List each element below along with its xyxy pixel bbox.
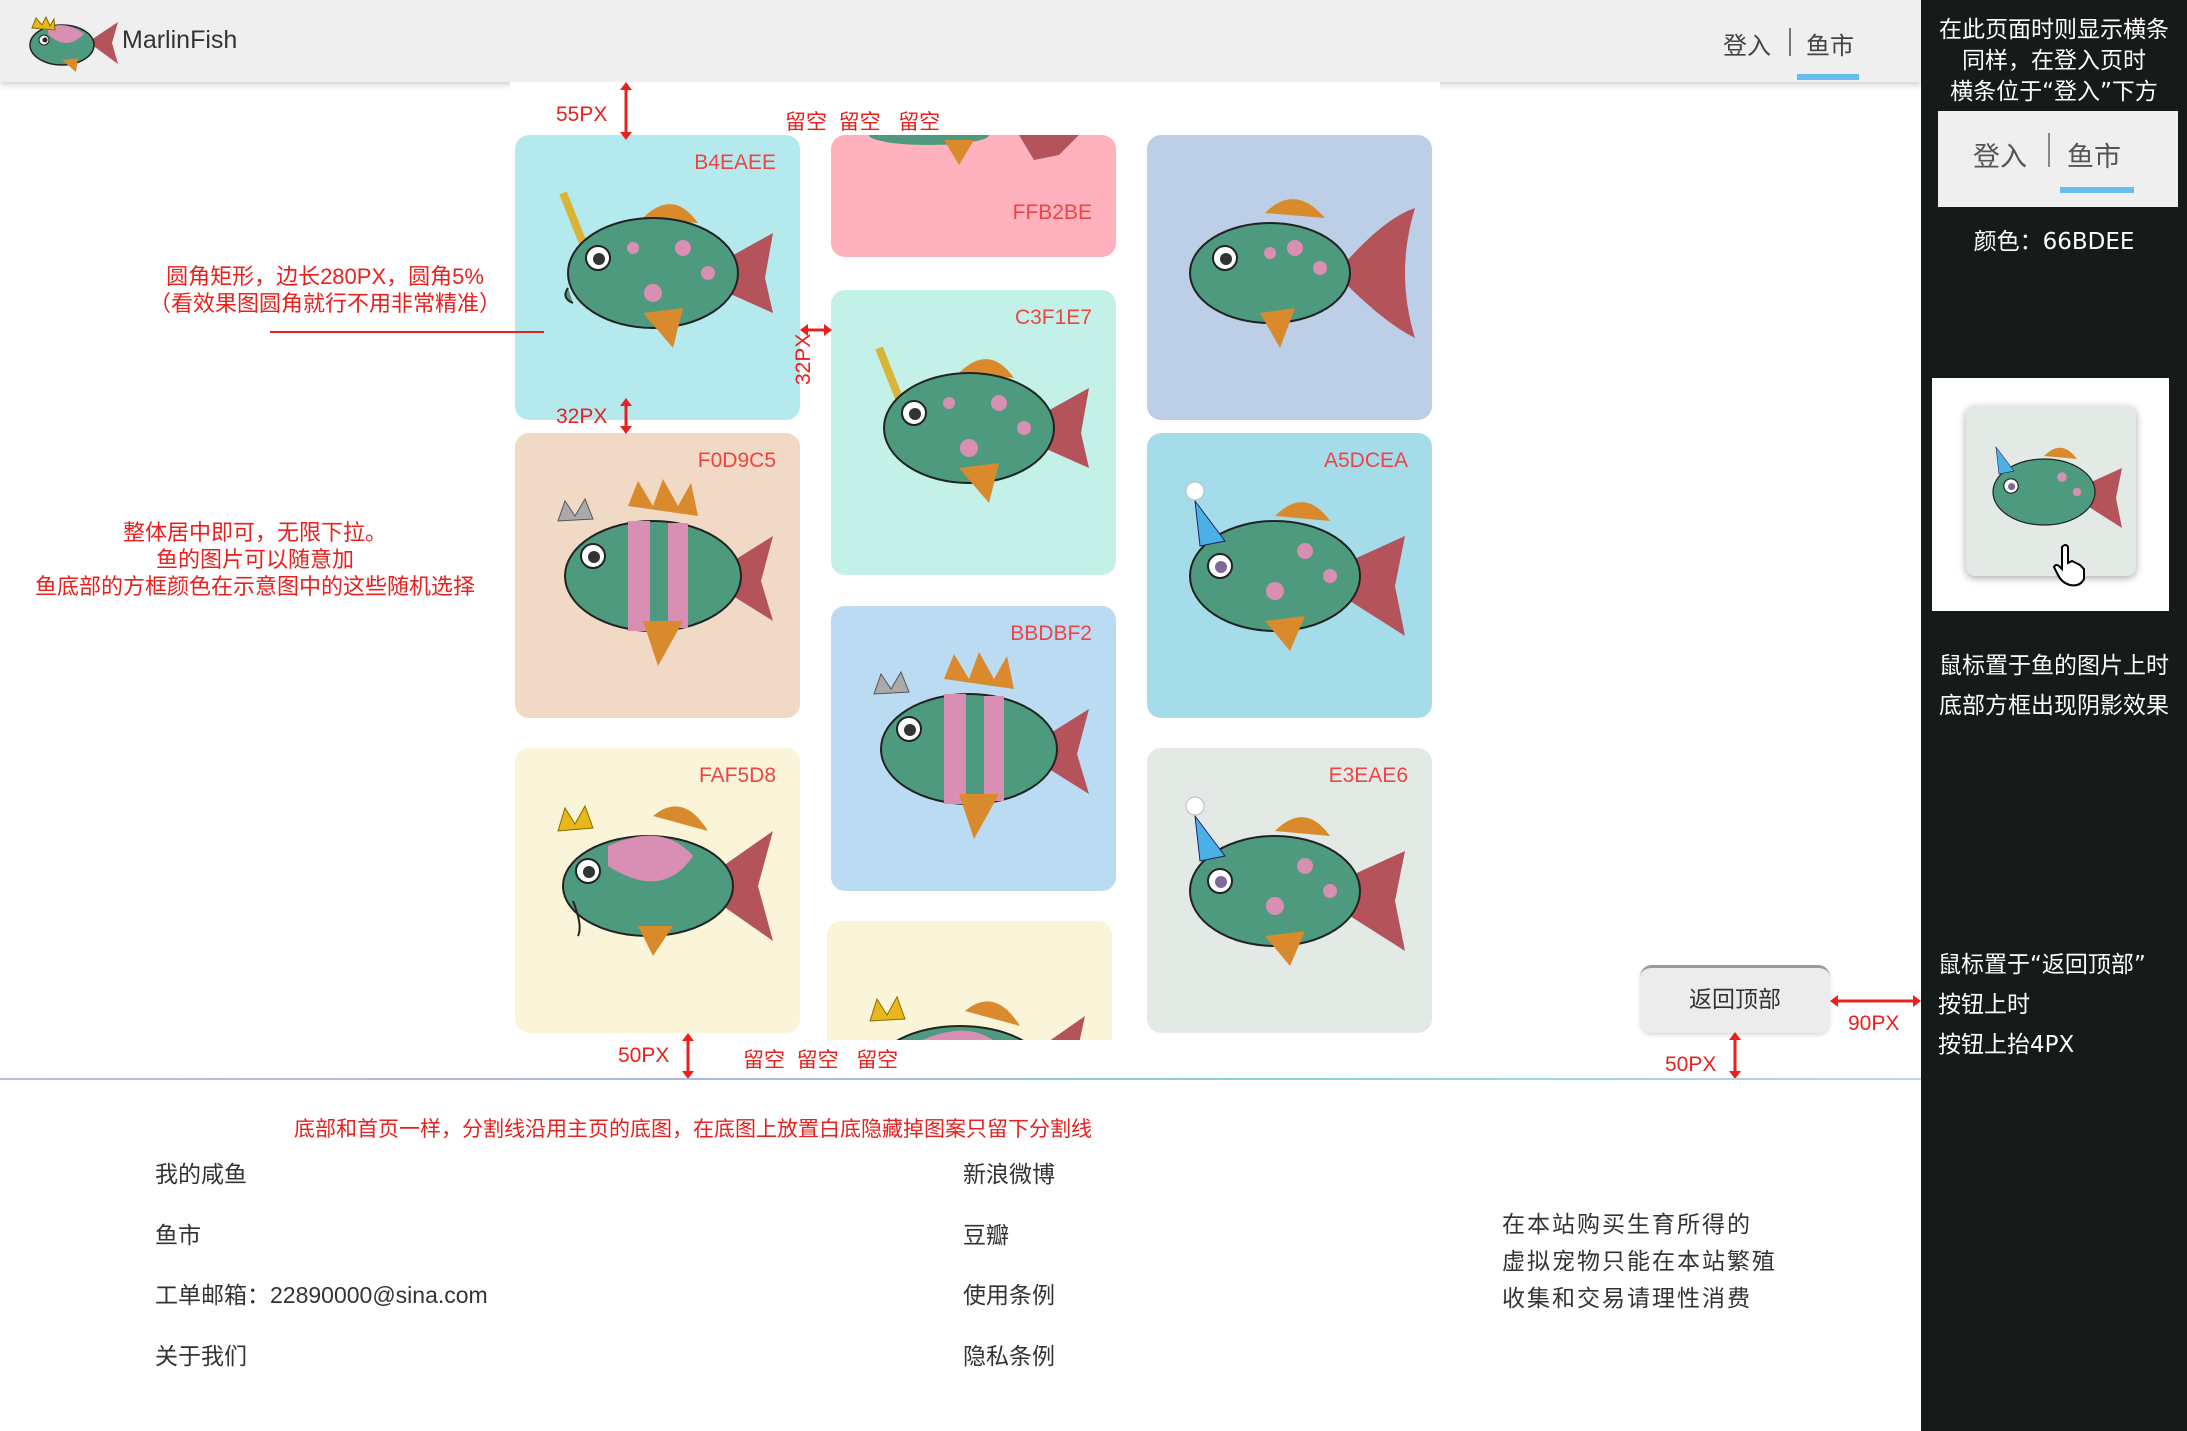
annotation-layout: 整体居中即可，无限下拉。 鱼的图片可以随意加 鱼底部的方框颜色在示意图中的这些随… bbox=[34, 520, 475, 599]
annotation-card-spec: 圆角矩形，边长280PX，圆角5% （看效果图圆角就行不用非常精准） bbox=[148, 264, 501, 316]
footer-divider bbox=[0, 1078, 1921, 1080]
annotation-bottom-gap: 50PX bbox=[618, 1044, 670, 1067]
arrow-top-gap bbox=[620, 82, 632, 140]
footer-link-privacy[interactable]: 隐私条例 bbox=[963, 1337, 1055, 1371]
hand-cursor-icon bbox=[2052, 544, 2085, 587]
annotation-top-gap: 55PX bbox=[556, 103, 608, 126]
annotation-footer-note: 底部和首页一样，分割线沿用主页的底图，在底图上放置白底隐藏掉图案只留下分割线 bbox=[294, 1118, 1092, 1141]
panel-nav-note: 在此页面时则显示横条 同样，在登入页时 横条位于“登入”下方 bbox=[1939, 17, 2169, 105]
footer-link-about[interactable]: 关于我们 bbox=[155, 1337, 247, 1371]
narwhal-fish-icon bbox=[875, 346, 1089, 503]
party-hat-fish-icon bbox=[1992, 445, 2122, 528]
annotation-back-top-bottom-gap: 50PX bbox=[1665, 1053, 1717, 1076]
footer-notice: 在本站购买生育所得的 虚拟宠物只能在本站繁殖 收集和交易请理性消费 bbox=[1502, 1212, 1777, 1312]
hover-demo-card bbox=[1966, 406, 2136, 576]
annotation-gap-vertical: 32PX bbox=[556, 405, 608, 428]
panel-hover-note: 鼠标置于鱼的图片上时 底部方框出现阴影效果 bbox=[1939, 653, 2169, 719]
panel-back-top-note: 鼠标置于“返回顶部” 按钮上时 按钮上抬4PX bbox=[1938, 952, 2146, 1058]
demo-login-label: 登入 bbox=[1973, 142, 2027, 173]
annotation-top-space: 留空 留空 留空 bbox=[785, 111, 941, 134]
demo-market-label: 鱼市 bbox=[2067, 142, 2121, 173]
crowned-fish-icon bbox=[869, 995, 1085, 1040]
fish-card[interactable]: B4EAEE bbox=[515, 135, 800, 420]
footer-link-my-fish[interactable]: 我的咸鱼 bbox=[155, 1155, 247, 1189]
fish-card[interactable]: C3F1E7 bbox=[831, 290, 1116, 575]
annotation-gap-horizontal: 32PX bbox=[792, 333, 815, 385]
annotation-card-spec-line bbox=[270, 331, 544, 333]
party-hat-fish-icon bbox=[1185, 481, 1405, 651]
arrow-back-top-bottom bbox=[1729, 1032, 1741, 1079]
annotation-bottom-space: 留空 留空 留空 bbox=[743, 1049, 899, 1072]
footer-support-email[interactable]: 工单邮箱：22890000@sina.com bbox=[155, 1276, 488, 1310]
crowned-striped-fish-icon bbox=[873, 652, 1089, 839]
fish-card[interactable] bbox=[827, 921, 1112, 1040]
crowned-fish-icon bbox=[557, 804, 773, 956]
partial-fish-icon bbox=[869, 135, 1079, 165]
panel-nav-demo: 登入 鱼市 bbox=[1938, 111, 2178, 207]
crowned-striped-fish-icon bbox=[557, 479, 773, 666]
fish-card[interactable]: FFB2BE bbox=[831, 135, 1116, 257]
footer-link-weibo[interactable]: 新浪微博 bbox=[963, 1155, 1055, 1189]
fish-card[interactable]: F0D9C5 bbox=[515, 433, 800, 718]
demo-divider bbox=[2048, 133, 2050, 167]
footer-link-terms[interactable]: 使用条例 bbox=[963, 1276, 1055, 1310]
footer-link-douban[interactable]: 豆瓣 bbox=[963, 1216, 1009, 1250]
fish-card[interactable]: FAF5D8 bbox=[515, 748, 800, 1033]
fish-card[interactable]: BBDBF2 bbox=[831, 606, 1116, 891]
fish-card[interactable]: A5DCEA bbox=[1147, 433, 1432, 718]
panel-color-label: 颜色：66BDEE bbox=[1973, 229, 2135, 255]
grid-top-mask bbox=[510, 82, 1440, 135]
card-color-code: FFB2BE bbox=[1012, 201, 1092, 224]
arrow-bottom-gap bbox=[682, 1033, 694, 1079]
footer-link-market[interactable]: 鱼市 bbox=[155, 1216, 201, 1250]
back-to-top-button[interactable]: 返回顶部 bbox=[1640, 965, 1830, 1033]
fish-card[interactable]: E3EAE6 bbox=[1147, 748, 1432, 1033]
annotation-back-top-right-gap: 90PX bbox=[1848, 1012, 1900, 1035]
demo-indicator-bar bbox=[2060, 187, 2134, 193]
party-hat-fish-icon bbox=[1185, 796, 1405, 966]
arrow-back-top-right bbox=[1830, 995, 1921, 1007]
fish-icon bbox=[1189, 199, 1415, 348]
hover-demo-box bbox=[1932, 378, 2169, 611]
fish-card[interactable] bbox=[1147, 135, 1432, 420]
narwhal-fish-icon bbox=[559, 191, 773, 348]
arrow-gap-vertical bbox=[620, 398, 632, 434]
